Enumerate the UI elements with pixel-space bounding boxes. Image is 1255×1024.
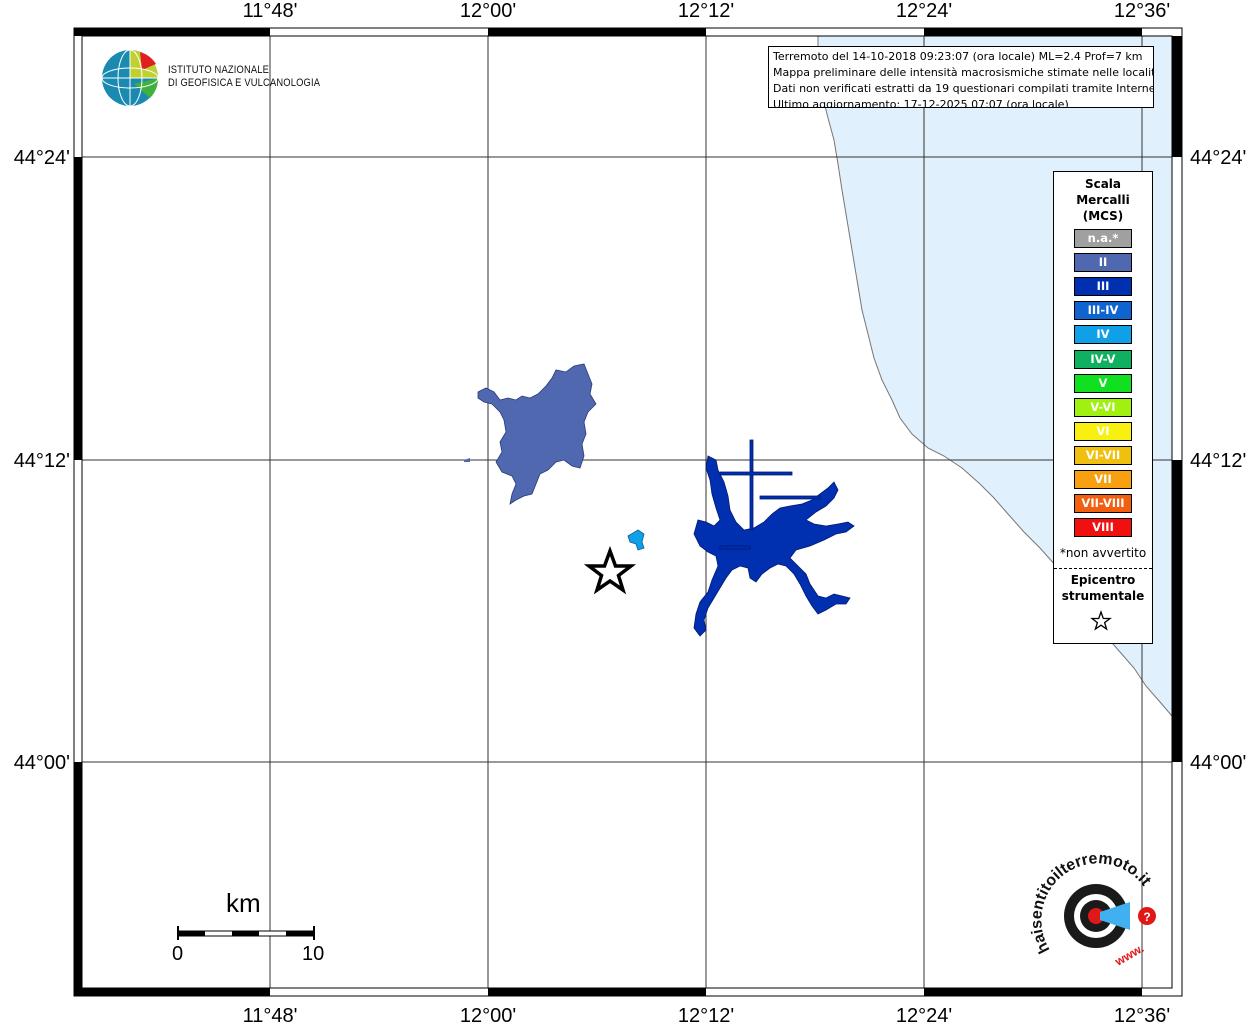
legend-title-line: Scala: [1084, 177, 1122, 191]
legend-swatch: III: [1074, 277, 1132, 297]
legend-swatch: IV-V: [1074, 349, 1132, 369]
lat-label-right: 44°00': [1190, 752, 1246, 774]
event-info-line: Mappa preliminare delle intensità macros…: [773, 66, 1154, 79]
lat-label-left: 44°00': [14, 752, 70, 774]
lon-label-top: 11°48': [243, 0, 298, 22]
lon-label-bottom: 12°00': [460, 1005, 516, 1024]
legend-swatch: VII: [1074, 470, 1132, 489]
legend-swatch: VIII: [1074, 518, 1132, 538]
event-info-line: Dati non verificati estratti da 19 quest…: [773, 82, 1154, 95]
legend-swatch: V: [1074, 373, 1132, 393]
hst-question: ?: [1143, 910, 1150, 924]
lon-label-bottom: 12°12': [678, 1005, 734, 1024]
legend-note: *non avvertito: [1059, 546, 1147, 560]
legend-swatch: VII-VIII: [1074, 494, 1132, 514]
event-info-line: Ultimo aggiornamento: 17-12-2025 07:07 (…: [773, 98, 1069, 108]
legend-star-icon: [1090, 610, 1112, 631]
ingv-line1: ISTITUTO NAZIONALE: [168, 64, 270, 76]
scale-end-label: 10: [302, 943, 325, 965]
lon-label-top: 12°00': [460, 0, 516, 22]
legend-title-line: (MCS): [1082, 209, 1124, 223]
scale-start-label: 0: [172, 943, 184, 965]
event-info-box: Terremoto del 14-10-2018 09:23:07 (ora l…: [768, 46, 1154, 108]
lon-label-bottom: 12°24': [896, 1005, 952, 1024]
legend-swatch: VI-VII: [1074, 445, 1132, 465]
legend-swatch: n.a.*: [1074, 229, 1132, 248]
lat-label-left: 44°12': [14, 450, 70, 472]
legend-swatch: VI: [1074, 421, 1132, 441]
lon-label-bottom: 11°48': [243, 1005, 298, 1024]
legend-epicentre-label: Epicentro strumentale: [1054, 572, 1152, 604]
lon-label-bottom: 12°36': [1114, 1005, 1170, 1024]
legend-title-line: Mercalli: [1076, 193, 1130, 207]
legend-swatch: III-IV: [1074, 301, 1132, 321]
mcs-legend: Scala Mercalli (MCS) n.a.* II III III-IV IV I…: [1053, 171, 1153, 644]
legend-swatch: II: [1074, 253, 1132, 273]
legend-divider: [1054, 568, 1152, 569]
lat-label-right: 44°24': [1190, 147, 1246, 169]
lon-label-top: 12°24': [896, 0, 952, 22]
lat-label-right: 44°12': [1190, 450, 1246, 472]
lon-label-top: 12°12': [678, 0, 734, 22]
legend-epi-line: Epicentro: [1070, 573, 1136, 587]
event-info-line: Terremoto del 14-10-2018 09:23:07 (ora l…: [773, 50, 1143, 63]
scale-unit-label: km: [226, 888, 261, 918]
legend-swatch: V-VI: [1074, 397, 1132, 417]
ingv-logo-text: ISTITUTO NAZIONALE DI GEOFISICA E VULCAN…: [168, 64, 320, 90]
legend-epi-line: strumentale: [1061, 589, 1145, 603]
ingv-logo-globe: [101, 49, 159, 107]
legend-title: Scala Mercalli (MCS): [1054, 176, 1152, 224]
lat-label-left: 44°24': [14, 147, 70, 169]
ingv-line2: DI GEOFISICA E VULCANOLOGIA: [168, 77, 321, 89]
legend-swatch: IV: [1074, 325, 1132, 345]
lon-label-top: 12°36': [1114, 0, 1170, 22]
